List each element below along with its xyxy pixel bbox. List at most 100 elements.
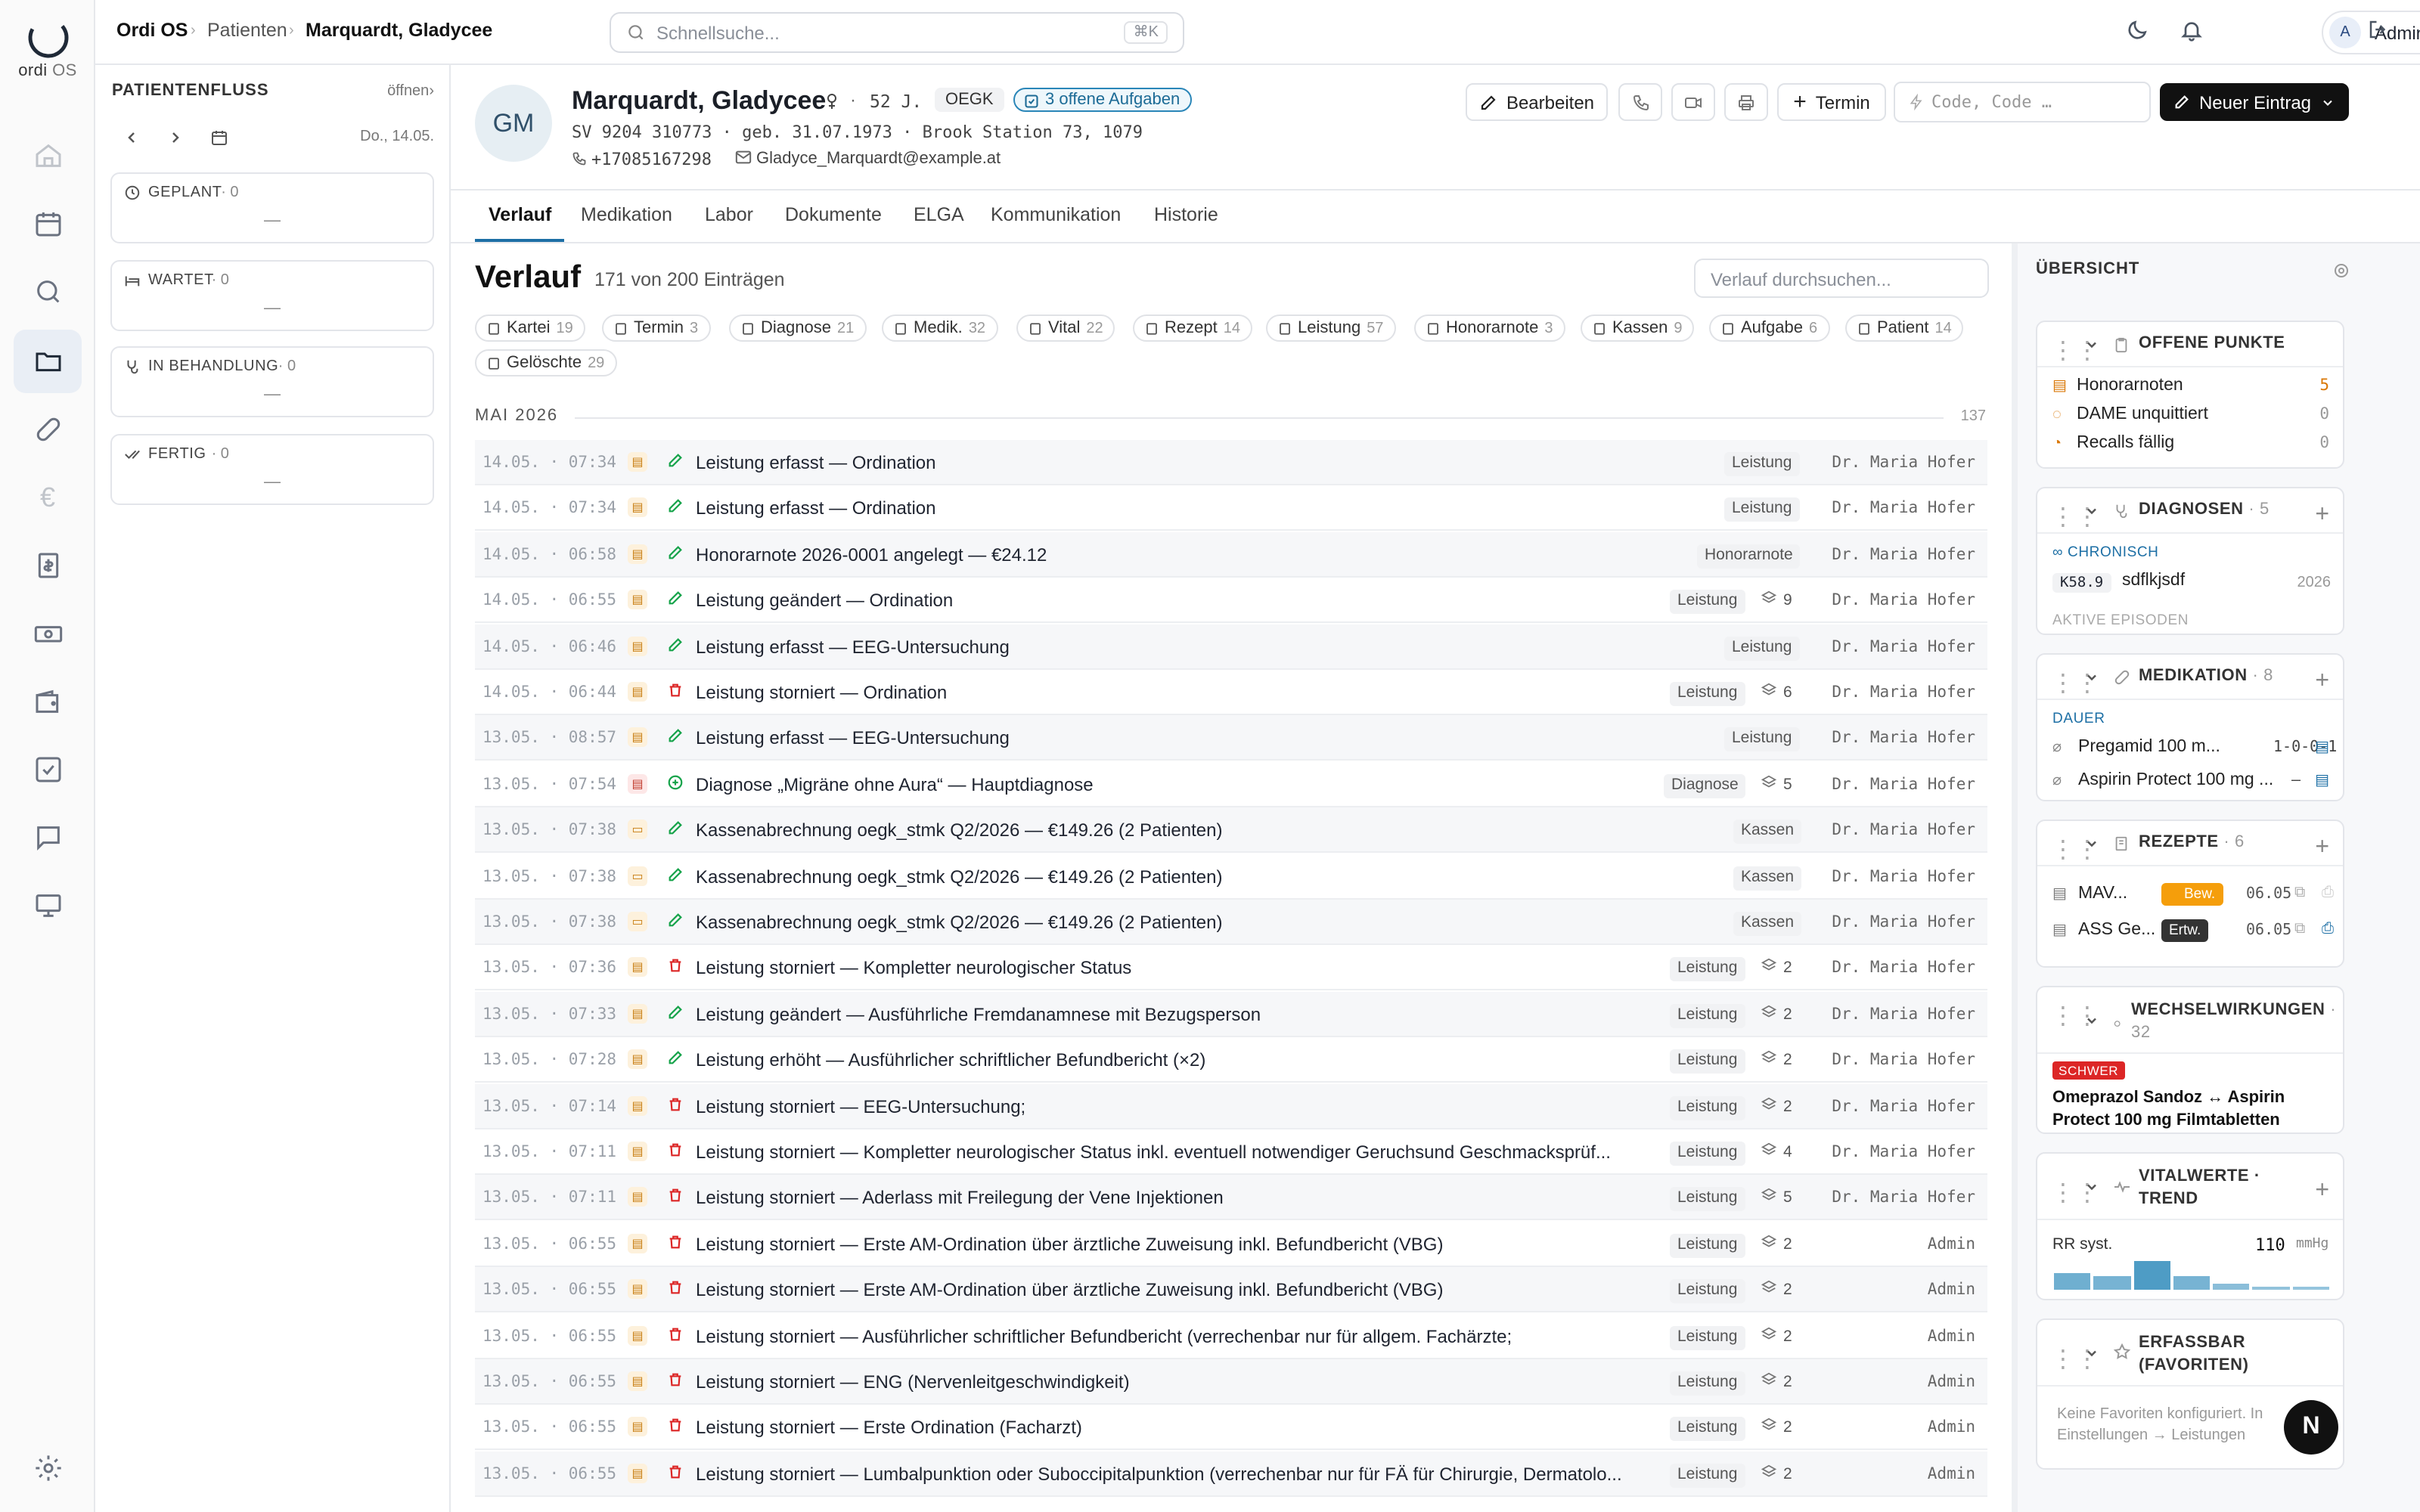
chevron-down-icon[interactable] [2084, 337, 2099, 352]
wallet-icon[interactable] [14, 670, 82, 733]
tab-elga[interactable]: ELGA [914, 204, 964, 225]
flow-group-card[interactable]: FERTIG · 0 — [110, 433, 434, 504]
task-check-icon[interactable] [14, 738, 82, 801]
code-input[interactable]: Code, Code … [1894, 82, 2151, 122]
history-row[interactable]: 14.05. · 06:44 ▤ Leistung storniert — Ordi… [475, 670, 1987, 715]
invoice-icon[interactable] [14, 534, 82, 597]
history-row[interactable]: 13.05. · 06:55 ▤ Leistung storniert — Erst… [475, 1267, 1987, 1313]
tab-labor[interactable]: Labor [705, 204, 753, 225]
filter-chip[interactable]: Diagnose 21 [729, 314, 867, 342]
history-row[interactable]: 13.05. · 07:11 ▤ Leistung storniert — Komp… [475, 1129, 1987, 1175]
euro-icon[interactable]: € [14, 466, 82, 529]
filter-chip[interactable]: Honorarnote 3 [1414, 314, 1565, 342]
chat-icon[interactable] [14, 806, 82, 869]
chevron-down-icon[interactable] [2084, 1179, 2099, 1194]
chevron-down-icon[interactable] [2084, 1013, 2099, 1028]
add-icon[interactable]: + [2315, 668, 2329, 696]
diagnosis-name[interactable]: sdflkjsdf [2122, 572, 2185, 590]
tab-kommunikation[interactable]: Kommunikation [991, 204, 1121, 225]
settings-gear-icon[interactable] [2332, 262, 2350, 280]
chevron-down-icon[interactable] [2084, 503, 2099, 519]
search-icon[interactable] [14, 260, 82, 324]
history-row[interactable]: 14.05. · 06:46 ▤ Leistung erfasst — EEG-Un… [475, 624, 1987, 670]
history-row[interactable]: 13.05. · 08:57 ▤ Leistung erfasst — EEG-Un… [475, 715, 1987, 761]
flow-group-card[interactable]: IN BEHANDLUNG · 0 — [110, 346, 434, 417]
document-icon[interactable]: ▤ [2315, 773, 2329, 789]
history-row[interactable]: 14.05. · 06:58 ▤ Honorarnote 2026-0001 ang… [475, 531, 1987, 578]
history-row[interactable]: 13.05. · 06:55 ▤ Leistung storniert — Erst… [475, 1222, 1987, 1267]
add-icon[interactable]: + [2315, 835, 2329, 862]
chevron-down-icon[interactable] [2084, 670, 2099, 685]
history-row[interactable]: 13.05. · 06:55 ▤ Leistung storniert — Erst… [475, 1405, 1987, 1451]
history-row[interactable]: 13.05. · 07:38 ▭ Kassenabrechnung oegk_stm… [475, 807, 1987, 854]
breadcrumb-root[interactable]: Ordi OS [116, 20, 188, 41]
new-entry-button[interactable]: Neuer Eintrag [2160, 83, 2349, 121]
history-row[interactable]: 13.05. · 06:55 ▤ Leistung storniert — ENG … [475, 1359, 1987, 1405]
appointment-button[interactable]: + Termin [1777, 83, 1886, 121]
filter-chip[interactable]: Leistung 57 [1266, 314, 1396, 342]
add-icon[interactable]: + [2315, 502, 2329, 529]
medication-name[interactable]: Pregamid 100 m... [2078, 738, 2220, 756]
history-row[interactable]: 13.05. · 06:55 ▤ Leistung storniert — Lumb… [475, 1451, 1987, 1497]
chevron-left-icon[interactable] [123, 129, 141, 147]
history-row[interactable]: 13.05. · 06:55 ▤ Leistung storniert — Ausf… [475, 1313, 1987, 1359]
cash-icon[interactable] [14, 602, 82, 665]
filter-chip[interactable]: Rezept 14 [1133, 314, 1252, 342]
medication-name[interactable]: Aspirin Protect 100 mg ... [2078, 771, 2273, 789]
dark-mode-moon-icon[interactable] [2125, 18, 2149, 42]
open-item-label[interactable]: Recalls fällig [2077, 434, 2174, 452]
home-icon[interactable] [14, 124, 82, 187]
history-row[interactable]: 14.05. · 06:55 ▤ Leistung geändert — Ordin… [475, 578, 1987, 624]
copy-icon[interactable]: ⧉ [2294, 921, 2305, 937]
printer-icon[interactable]: ⎙ [2322, 921, 2334, 937]
edit-button[interactable]: Bearbeiten [1466, 83, 1608, 121]
flow-group-card[interactable]: WARTET · 0 — [110, 259, 434, 330]
folder-icon[interactable] [14, 330, 82, 393]
notification-bell-icon[interactable] [2180, 18, 2204, 42]
open-tasks-badge[interactable]: 3 offene Aufgaben [1013, 88, 1193, 112]
history-row[interactable]: 13.05. · 07:28 ▤ Leistung erhöht — Ausführ… [475, 1037, 1987, 1083]
open-item-label[interactable]: DAME unquittiert [2077, 405, 2208, 423]
tab-dokumente[interactable]: Dokumente [785, 204, 882, 225]
history-row[interactable]: 14.05. · 07:34 ▤ Leistung erfasst — Ordina… [475, 486, 1987, 531]
settings-gear-icon[interactable] [14, 1436, 82, 1500]
add-icon[interactable]: + [2315, 1178, 2329, 1205]
tab-verlauf[interactable]: Verlauf [489, 204, 551, 225]
assistant-fab-button[interactable]: N [2284, 1400, 2338, 1455]
prescription-name[interactable]: MAV... [2078, 885, 2127, 903]
printer-icon[interactable]: ⎙ [2322, 885, 2334, 901]
filter-chip[interactable]: Gelöschte 29 [475, 349, 617, 376]
logout-icon[interactable] [2367, 18, 2390, 41]
history-row[interactable]: 13.05. · 07:36 ▤ Leistung storniert — Komp… [475, 946, 1987, 991]
filter-chip[interactable]: Kassen 9 [1581, 314, 1695, 342]
tab-historie[interactable]: Historie [1154, 204, 1218, 225]
history-row[interactable]: 14.05. · 07:34 ▤ Leistung erfasst — Ordina… [475, 440, 1987, 485]
monitor-icon[interactable] [14, 874, 82, 937]
filter-chip[interactable]: Medik. 32 [882, 314, 998, 342]
print-button[interactable] [1724, 83, 1768, 121]
filter-chip[interactable]: Vital 22 [1016, 314, 1115, 342]
interaction-text[interactable]: Omeprazol Sandoz ↔ Aspirin Protect 100 m… [2052, 1087, 2325, 1132]
history-row[interactable]: 13.05. · 07:54 ▤ Diagnose „Migräne ohne Au… [475, 762, 1987, 807]
calendar-icon[interactable] [210, 129, 228, 147]
open-item-label[interactable]: Honorarnoten [2077, 376, 2183, 395]
call-button[interactable] [1618, 83, 1662, 121]
patient-email[interactable]: Gladyce_Marquardt@example.at [735, 150, 1001, 168]
document-icon[interactable]: ▤ [2315, 739, 2329, 756]
history-row[interactable]: 13.05. · 07:14 ▤ Leistung storniert — EEG-… [475, 1083, 1987, 1129]
prescription-name[interactable]: ASS Ge... [2078, 921, 2155, 939]
history-row[interactable]: 13.05. · 07:38 ▭ Kassenabrechnung oegk_stm… [475, 854, 1987, 900]
tab-medikation[interactable]: Medikation [581, 204, 672, 225]
history-row[interactable]: 13.05. · 07:38 ▭ Kassenabrechnung oegk_stm… [475, 900, 1987, 945]
filter-chip[interactable]: Kartei 19 [475, 314, 585, 342]
filter-chip[interactable]: Aufgabe 6 [1709, 314, 1830, 342]
calendar-icon[interactable] [14, 192, 82, 256]
filter-chip[interactable]: Patient 14 [1845, 314, 1964, 342]
history-row[interactable]: 13.05. · 07:11 ▤ Leistung storniert — Ader… [475, 1175, 1987, 1221]
chevron-right-icon[interactable] [166, 129, 185, 147]
copy-icon[interactable]: ⧉ [2294, 885, 2305, 901]
flow-group-card[interactable]: GEPLANT · 0 — [110, 172, 434, 243]
pill-icon[interactable] [14, 398, 82, 461]
breadcrumb-section[interactable]: Patienten [207, 20, 287, 41]
chevron-down-icon[interactable] [2084, 836, 2099, 851]
